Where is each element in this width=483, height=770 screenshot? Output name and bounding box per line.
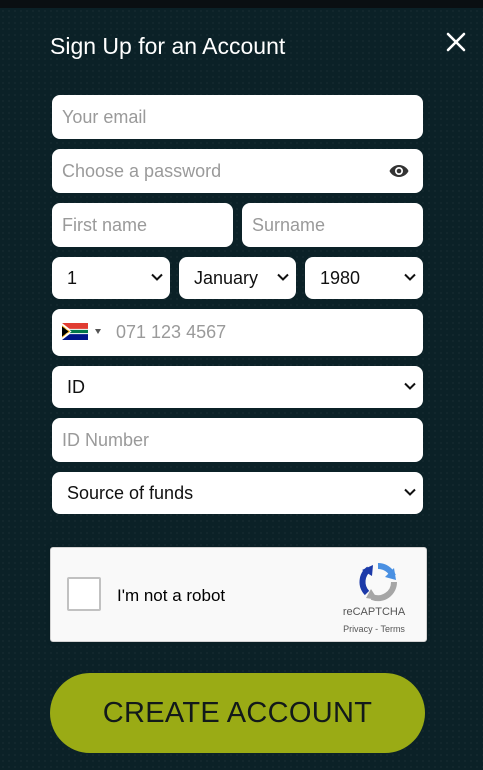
recaptcha-terms-link[interactable]: Terms (380, 624, 405, 634)
close-button[interactable] (444, 30, 468, 54)
dob-year-value: 1980 (320, 268, 361, 288)
dob-year-select[interactable]: 1980 (305, 257, 423, 299)
email-field-wrapper (52, 95, 423, 139)
chevron-down-icon (404, 382, 416, 390)
chevron-down-icon (404, 488, 416, 496)
close-icon (446, 32, 466, 52)
dob-month-select[interactable]: January (179, 257, 296, 299)
south-africa-flag-icon[interactable] (62, 323, 88, 340)
dob-day-select[interactable]: 1 (52, 257, 170, 299)
phone-number-field[interactable] (106, 309, 423, 356)
chevron-down-icon (277, 273, 289, 281)
id-type-value: ID (67, 377, 85, 397)
email-field[interactable] (52, 95, 423, 139)
chevron-down-icon (404, 273, 416, 281)
id-type-select[interactable]: ID (52, 366, 423, 408)
surname-field-wrapper (242, 203, 423, 247)
recaptcha-widget: I'm not a robot reCAPTCHA Privacy - Term… (50, 547, 427, 642)
first-name-field[interactable] (52, 203, 233, 247)
recaptcha-link-separator: - (375, 624, 379, 634)
first-name-field-wrapper (52, 203, 233, 247)
recaptcha-label: I'm not a robot (117, 586, 226, 605)
dob-day-value: 1 (67, 268, 78, 288)
id-number-field[interactable] (52, 418, 423, 462)
top-bar (0, 0, 483, 8)
recaptcha-logo-icon (359, 562, 398, 602)
surname-field[interactable] (242, 203, 423, 247)
show-password-icon[interactable] (389, 164, 409, 178)
dob-month-value: January (194, 268, 259, 288)
recaptcha-links: Privacy - Terms (331, 624, 417, 634)
recaptcha-checkbox[interactable] (67, 577, 101, 611)
recaptcha-brand: reCAPTCHA (342, 606, 406, 618)
source-of-funds-value: Source of funds (67, 483, 194, 503)
password-field[interactable] (52, 149, 423, 193)
modal-title: Sign Up for an Account (50, 33, 286, 59)
chevron-down-icon (151, 273, 163, 281)
phone-field-wrapper (52, 309, 423, 356)
country-dropdown-caret-icon[interactable] (95, 329, 101, 334)
source-of-funds-select[interactable]: Source of funds (52, 472, 423, 514)
id-number-field-wrapper (52, 418, 423, 462)
recaptcha-privacy-link[interactable]: Privacy (343, 624, 373, 634)
password-field-wrapper (52, 149, 423, 193)
create-account-button[interactable]: CREATE ACCOUNT (50, 673, 425, 753)
